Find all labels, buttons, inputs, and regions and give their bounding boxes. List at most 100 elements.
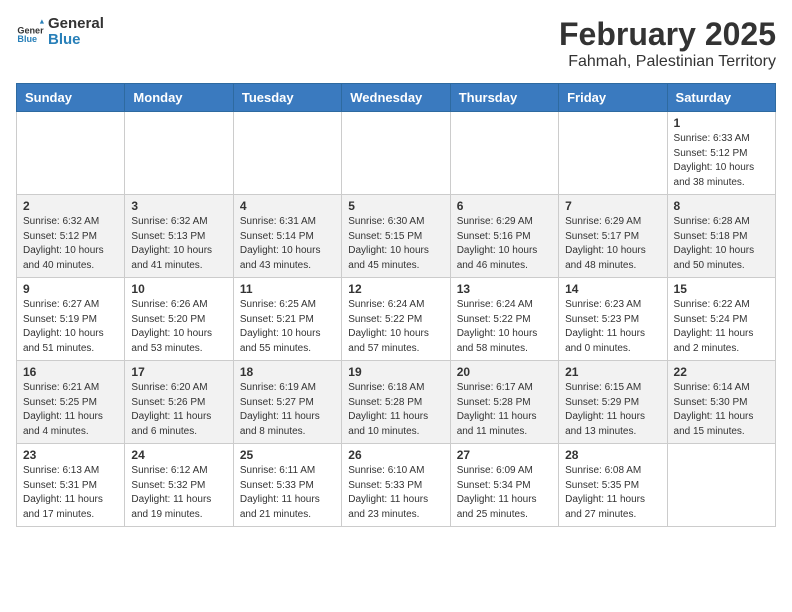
- day-detail: Sunrise: 6:21 AM Sunset: 5:25 PM Dayligh…: [23, 381, 118, 439]
- day-detail: Sunrise: 6:22 AM Sunset: 5:24 PM Dayligh…: [674, 298, 769, 356]
- day-detail: Sunrise: 6:25 AM Sunset: 5:21 PM Dayligh…: [240, 298, 335, 356]
- day-detail: Sunrise: 6:24 AM Sunset: 5:22 PM Dayligh…: [348, 298, 443, 356]
- calendar-cell: 8 Sunrise: 6:28 AM Sunset: 5:18 PM Daylig…: [667, 195, 775, 278]
- calendar-cell: 12 Sunrise: 6:24 AM Sunset: 5:22 PM Dayli…: [342, 278, 450, 361]
- calendar-cell: 25 Sunrise: 6:11 AM Sunset: 5:33 PM Dayli…: [233, 444, 341, 527]
- day-number: 25: [240, 448, 335, 462]
- day-number: 16: [23, 365, 118, 379]
- calendar-cell: 14 Sunrise: 6:23 AM Sunset: 5:23 PM Dayli…: [559, 278, 667, 361]
- calendar-cell: 5 Sunrise: 6:30 AM Sunset: 5:15 PM Daylig…: [342, 195, 450, 278]
- day-of-week-header: Wednesday: [342, 84, 450, 112]
- calendar-cell: 28 Sunrise: 6:08 AM Sunset: 5:35 PM Dayli…: [559, 444, 667, 527]
- calendar-cell: 19Sunrise: 6:18 AM Sunset: 5:28 PM Dayli…: [342, 361, 450, 444]
- day-detail: Sunrise: 6:09 AM Sunset: 5:34 PM Dayligh…: [457, 464, 552, 522]
- calendar-cell: 26 Sunrise: 6:10 AM Sunset: 5:33 PM Dayli…: [342, 444, 450, 527]
- day-of-week-header: Sunday: [17, 84, 125, 112]
- day-detail: Sunrise: 6:13 AM Sunset: 5:31 PM Dayligh…: [23, 464, 118, 522]
- day-number: 1: [674, 116, 769, 130]
- calendar-cell: 15 Sunrise: 6:22 AM Sunset: 5:24 PM Dayli…: [667, 278, 775, 361]
- calendar-cell: 18 Sunrise: 6:19 AM Sunset: 5:27 PM Dayli…: [233, 361, 341, 444]
- day-detail: Sunrise: 6:29 AM Sunset: 5:16 PM Dayligh…: [457, 215, 552, 273]
- header: General Blue General Blue February 2025 …: [16, 16, 776, 71]
- calendar-cell: 27 Sunrise: 6:09 AM Sunset: 5:34 PM Dayli…: [450, 444, 558, 527]
- day-number: 10: [131, 282, 226, 296]
- calendar-cell: [667, 444, 775, 527]
- calendar-cell: 16 Sunrise: 6:21 AM Sunset: 5:25 PM Dayli…: [17, 361, 125, 444]
- day-detail: Sunrise: 6:11 AM Sunset: 5:33 PM Dayligh…: [240, 464, 335, 522]
- day-detail: Sunrise: 6:26 AM Sunset: 5:20 PM Dayligh…: [131, 298, 226, 356]
- day-number: 26: [348, 448, 443, 462]
- calendar-cell: 13 Sunrise: 6:24 AM Sunset: 5:22 PM Dayli…: [450, 278, 558, 361]
- sub-title: Fahmah, Palestinian Territory: [559, 53, 776, 71]
- day-number: 15: [674, 282, 769, 296]
- day-of-week-header: Tuesday: [233, 84, 341, 112]
- day-number: 3: [131, 199, 226, 213]
- day-detail: Sunrise: 6:32 AM Sunset: 5:12 PM Dayligh…: [23, 215, 118, 273]
- calendar-cell: 3Sunrise: 6:32 AM Sunset: 5:13 PM Daylig…: [125, 195, 233, 278]
- calendar-cell: 17Sunrise: 6:20 AM Sunset: 5:26 PM Dayli…: [125, 361, 233, 444]
- svg-text:Blue: Blue: [17, 34, 37, 44]
- calendar-cell: 4Sunrise: 6:31 AM Sunset: 5:14 PM Daylig…: [233, 195, 341, 278]
- calendar-week-row: 9Sunrise: 6:27 AM Sunset: 5:19 PM Daylig…: [17, 278, 776, 361]
- main-title: February 2025: [559, 16, 776, 53]
- day-detail: Sunrise: 6:18 AM Sunset: 5:28 PM Dayligh…: [348, 381, 443, 439]
- calendar-cell: [342, 112, 450, 195]
- day-detail: Sunrise: 6:31 AM Sunset: 5:14 PM Dayligh…: [240, 215, 335, 273]
- calendar-cell: 20 Sunrise: 6:17 AM Sunset: 5:28 PM Dayli…: [450, 361, 558, 444]
- calendar-cell: 6Sunrise: 6:29 AM Sunset: 5:16 PM Daylig…: [450, 195, 558, 278]
- day-detail: Sunrise: 6:24 AM Sunset: 5:22 PM Dayligh…: [457, 298, 552, 356]
- day-number: 11: [240, 282, 335, 296]
- calendar-week-row: 2 Sunrise: 6:32 AM Sunset: 5:12 PM Daylig…: [17, 195, 776, 278]
- day-detail: Sunrise: 6:28 AM Sunset: 5:18 PM Dayligh…: [674, 215, 769, 273]
- logo: General Blue General Blue: [16, 16, 104, 48]
- day-detail: Sunrise: 6:08 AM Sunset: 5:35 PM Dayligh…: [565, 464, 660, 522]
- calendar-week-row: 16 Sunrise: 6:21 AM Sunset: 5:25 PM Dayli…: [17, 361, 776, 444]
- day-number: 23: [23, 448, 118, 462]
- logo-icon: General Blue: [16, 18, 44, 46]
- calendar-cell: [450, 112, 558, 195]
- day-number: 5: [348, 199, 443, 213]
- day-of-week-header: Thursday: [450, 84, 558, 112]
- calendar-cell: 9Sunrise: 6:27 AM Sunset: 5:19 PM Daylig…: [17, 278, 125, 361]
- day-of-week-header: Saturday: [667, 84, 775, 112]
- day-of-week-header: Monday: [125, 84, 233, 112]
- title-area: February 2025 Fahmah, Palestinian Territ…: [559, 16, 776, 71]
- calendar-cell: 10 Sunrise: 6:26 AM Sunset: 5:20 PM Dayli…: [125, 278, 233, 361]
- day-detail: Sunrise: 6:30 AM Sunset: 5:15 PM Dayligh…: [348, 215, 443, 273]
- day-number: 12: [348, 282, 443, 296]
- day-number: 21: [565, 365, 660, 379]
- day-number: 27: [457, 448, 552, 462]
- day-number: 14: [565, 282, 660, 296]
- calendar-week-row: 1 Sunrise: 6:33 AM Sunset: 5:12 PM Daylig…: [17, 112, 776, 195]
- calendar-cell: 21 Sunrise: 6:15 AM Sunset: 5:29 PM Dayli…: [559, 361, 667, 444]
- calendar-cell: 22Sunrise: 6:14 AM Sunset: 5:30 PM Dayli…: [667, 361, 775, 444]
- calendar-cell: [233, 112, 341, 195]
- calendar-cell: [559, 112, 667, 195]
- day-of-week-header: Friday: [559, 84, 667, 112]
- day-detail: Sunrise: 6:10 AM Sunset: 5:33 PM Dayligh…: [348, 464, 443, 522]
- logo-general: General: [48, 15, 104, 32]
- day-number: 17: [131, 365, 226, 379]
- calendar-cell: 7Sunrise: 6:29 AM Sunset: 5:17 PM Daylig…: [559, 195, 667, 278]
- day-detail: Sunrise: 6:27 AM Sunset: 5:19 PM Dayligh…: [23, 298, 118, 356]
- logo-blue: Blue: [48, 31, 81, 48]
- calendar-cell: 1 Sunrise: 6:33 AM Sunset: 5:12 PM Daylig…: [667, 112, 775, 195]
- day-number: 2: [23, 199, 118, 213]
- day-number: 20: [457, 365, 552, 379]
- day-number: 8: [674, 199, 769, 213]
- calendar: SundayMondayTuesdayWednesdayThursdayFrid…: [16, 83, 776, 527]
- day-detail: Sunrise: 6:17 AM Sunset: 5:28 PM Dayligh…: [457, 381, 552, 439]
- day-number: 13: [457, 282, 552, 296]
- day-detail: Sunrise: 6:14 AM Sunset: 5:30 PM Dayligh…: [674, 381, 769, 439]
- calendar-week-row: 23 Sunrise: 6:13 AM Sunset: 5:31 PM Dayli…: [17, 444, 776, 527]
- day-detail: Sunrise: 6:15 AM Sunset: 5:29 PM Dayligh…: [565, 381, 660, 439]
- calendar-cell: 2 Sunrise: 6:32 AM Sunset: 5:12 PM Daylig…: [17, 195, 125, 278]
- day-detail: Sunrise: 6:19 AM Sunset: 5:27 PM Dayligh…: [240, 381, 335, 439]
- calendar-cell: 24Sunrise: 6:12 AM Sunset: 5:32 PM Dayli…: [125, 444, 233, 527]
- day-detail: Sunrise: 6:33 AM Sunset: 5:12 PM Dayligh…: [674, 132, 769, 190]
- day-number: 18: [240, 365, 335, 379]
- day-number: 24: [131, 448, 226, 462]
- day-detail: Sunrise: 6:23 AM Sunset: 5:23 PM Dayligh…: [565, 298, 660, 356]
- calendar-cell: [125, 112, 233, 195]
- day-number: 28: [565, 448, 660, 462]
